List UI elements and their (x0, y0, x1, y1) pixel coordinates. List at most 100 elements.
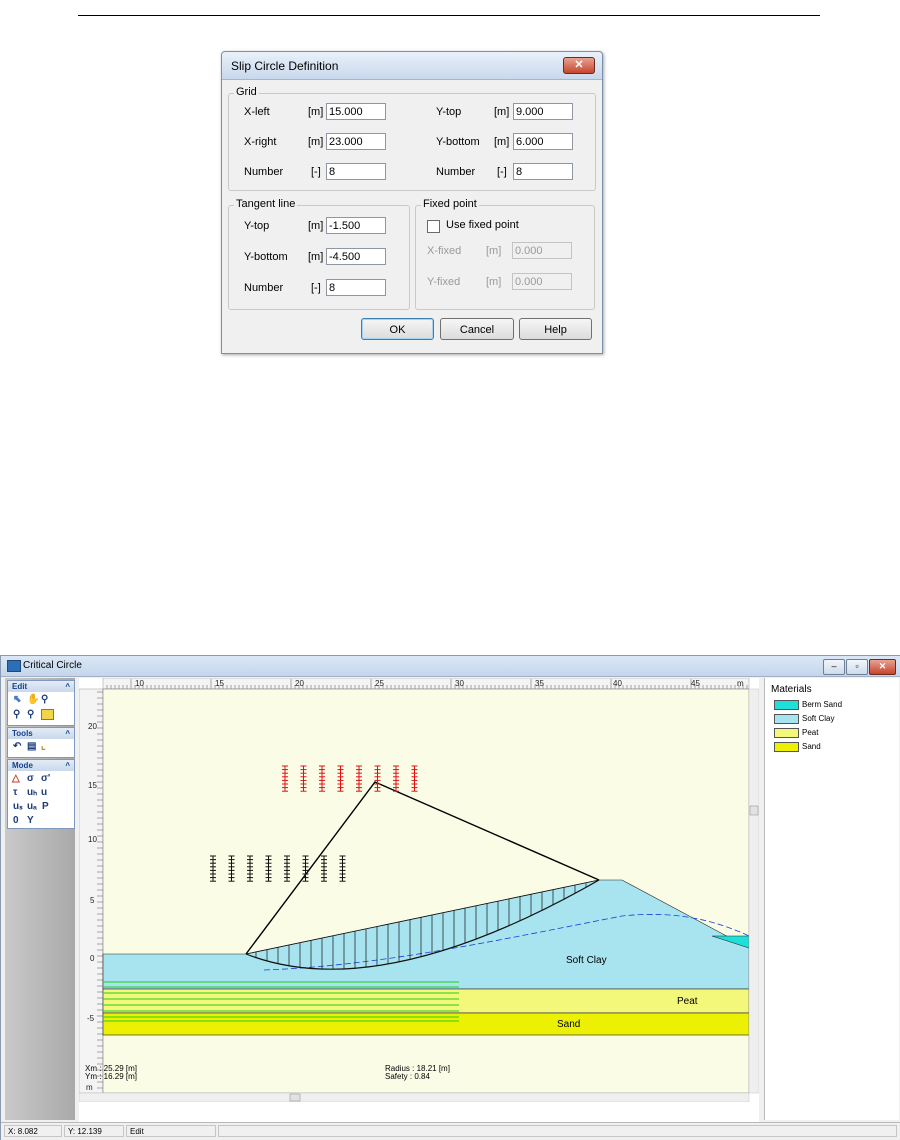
mode-y[interactable]: Y (27, 815, 34, 826)
tools-panel-header[interactable]: Tools ^ (8, 728, 74, 739)
grid-number-right-unit: [-] (497, 166, 507, 178)
x-fixed-field[interactable] (512, 242, 572, 259)
materials-panel: Materials Berm Sand Soft Clay Peat Sand (764, 678, 899, 1120)
horizontal-ruler (102, 678, 750, 690)
collapse-icon[interactable]: ^ (65, 728, 70, 739)
materials-title: Materials (771, 684, 812, 695)
y-top-unit: [m] (494, 106, 510, 118)
ruler-x-unit: m (737, 679, 744, 688)
app-titlebar[interactable]: Critical Circle – ▫ ✕ (1, 656, 900, 677)
grid-number-left-field[interactable] (326, 163, 386, 180)
sand-label: Sand (557, 1019, 580, 1030)
ruler-x-label: 40 (613, 679, 622, 688)
geometry-mode-icon[interactable]: △ (12, 773, 20, 784)
zoom-icon[interactable]: ⚲ (41, 694, 48, 705)
mode-us[interactable]: uₛ (13, 801, 23, 812)
header-rule (78, 15, 820, 16)
help-button[interactable]: Help (519, 318, 592, 340)
sand-layer (102, 1012, 750, 1036)
grid-group-title: Grid (234, 86, 259, 98)
ruler-icon[interactable]: ⌞ (41, 741, 46, 752)
status-y: Y: 12.139 (64, 1125, 124, 1137)
x-right-label: X-right (244, 136, 277, 148)
pan-hand-icon[interactable]: ✋ (27, 694, 39, 705)
vertical-scrollbar[interactable] (748, 688, 759, 1094)
zoom-window-icon[interactable] (41, 709, 54, 720)
y-top-label: Y-top (436, 106, 462, 118)
tangent-y-bottom-unit: [m] (308, 251, 324, 263)
collapse-icon[interactable]: ^ (65, 681, 70, 692)
status-x: X: 8.082 (4, 1125, 62, 1137)
cancel-button[interactable]: Cancel (440, 318, 514, 340)
peat-label: Peat (677, 996, 698, 1007)
status-bar: X: 8.082 Y: 12.139 Edit (1, 1122, 900, 1140)
soft-clay-label: Soft Clay (566, 955, 607, 966)
x-right-field[interactable] (326, 133, 386, 150)
grid-number-right-field[interactable] (513, 163, 573, 180)
berm-sand-legend: Berm Sand (802, 700, 843, 709)
ruler-x-label: 35 (535, 679, 544, 688)
mode-sigma-effective[interactable]: σ' (41, 773, 50, 784)
vertical-scroll-thumb[interactable] (749, 805, 759, 816)
dialog-titlebar[interactable]: Slip Circle Definition ✕ (222, 52, 602, 80)
use-fixed-point-checkbox[interactable] (427, 220, 440, 233)
berm-sand-swatch (774, 700, 799, 710)
select-arrow-icon[interactable]: ⬉ (13, 694, 21, 705)
app-icon (7, 660, 21, 672)
soft-clay-legend: Soft Clay (802, 714, 835, 723)
mode-u[interactable]: u (41, 787, 47, 798)
peat-legend: Peat (802, 728, 819, 737)
y-bottom-field[interactable] (513, 133, 573, 150)
ruler-y-label: -5 (87, 1014, 95, 1023)
tangent-y-top-field[interactable] (326, 217, 386, 234)
mode-ud[interactable]: uₐ (27, 801, 37, 812)
edit-panel-header[interactable]: Edit ^ (8, 681, 74, 692)
mode-zero[interactable]: 0 (13, 815, 19, 826)
mode-panel-header[interactable]: Mode ^ (8, 760, 74, 771)
x-left-label: X-left (244, 106, 270, 118)
ruler-x-label: 25 (375, 679, 384, 688)
edit-panel: Edit ^ ⬉ ✋ ⚲ ⚲ ⚲ (7, 680, 75, 726)
tangent-number-field[interactable] (326, 279, 386, 296)
tangent-y-top-unit: [m] (308, 220, 324, 232)
mode-uh[interactable]: uₕ (27, 787, 37, 798)
grid-number-right-label: Number (436, 166, 476, 178)
mode-sigma[interactable]: σ (27, 773, 34, 784)
x-left-field[interactable] (326, 103, 386, 120)
safety-readout: Safety : 0.84 (385, 1072, 430, 1081)
peat-swatch (774, 728, 799, 738)
dialog-title: Slip Circle Definition (231, 59, 339, 73)
minimize-icon[interactable]: – (823, 659, 845, 675)
close-icon[interactable]: ✕ (563, 57, 595, 74)
ok-button[interactable]: OK (361, 318, 434, 340)
document-icon[interactable]: ▤ (27, 741, 36, 752)
tangent-y-bottom-field[interactable] (326, 248, 386, 265)
restore-icon[interactable]: ▫ (846, 659, 868, 675)
ruler-y-label: 20 (88, 722, 97, 731)
ruler-x-label: 10 (135, 679, 144, 688)
zoom-out-icon[interactable]: ⚲ (27, 709, 34, 720)
y-top-field[interactable] (513, 103, 573, 120)
mode-p[interactable]: P (42, 801, 49, 812)
horizontal-scrollbar[interactable] (79, 1092, 750, 1103)
window-close-icon[interactable]: ✕ (869, 659, 896, 675)
critical-circle-window: Critical Circle – ▫ ✕ Edit ^ ⬉ ✋ ⚲ ⚲ ⚲ To… (0, 655, 900, 1140)
collapse-icon[interactable]: ^ (65, 760, 70, 771)
app-title: Critical Circle (23, 660, 82, 671)
soft-clay-swatch (774, 714, 799, 724)
mode-tau[interactable]: τ (13, 787, 17, 798)
slip-circle-dialog: Slip Circle Definition ✕ Grid X-left [m]… (221, 51, 603, 354)
tangent-number-unit: [-] (311, 282, 321, 294)
mode-panel-title: Mode (12, 761, 33, 770)
y-fixed-field[interactable] (512, 273, 572, 290)
y-fixed-unit: [m] (486, 276, 502, 288)
drawing-canvas[interactable]: 10 15 20 25 30 35 40 45 m 20 15 10 5 0 -… (79, 678, 759, 1122)
edit-panel-title: Edit (12, 682, 28, 691)
fixed-group-title: Fixed point (421, 198, 479, 210)
tools-panel: Tools ^ ↶ ▤ ⌞ (7, 727, 75, 758)
x-fixed-unit: [m] (486, 245, 502, 257)
vertical-ruler (79, 688, 104, 1094)
zoom-in-icon[interactable]: ⚲ (13, 709, 20, 720)
undo-icon[interactable]: ↶ (13, 741, 21, 752)
horizontal-scroll-thumb[interactable] (289, 1093, 301, 1102)
